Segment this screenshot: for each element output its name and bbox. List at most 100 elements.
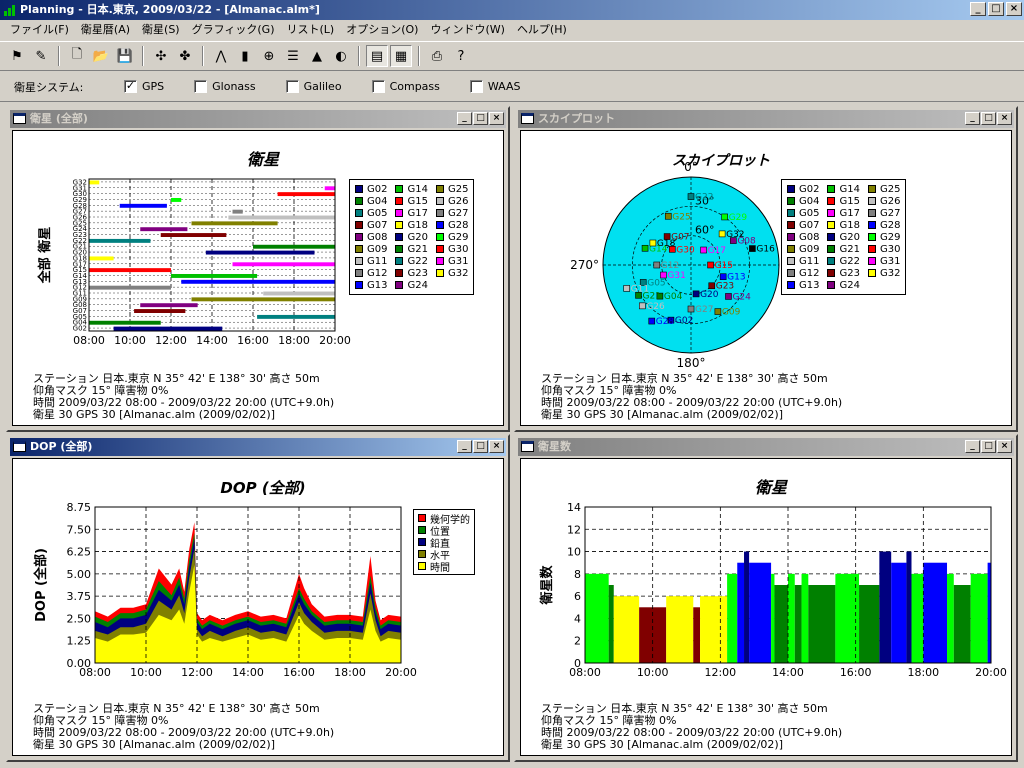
legend-swatch <box>418 562 426 570</box>
visibility-bar <box>89 180 100 185</box>
elevation-chart-button[interactable]: ⋀ <box>210 45 232 67</box>
legend-item: G14 <box>395 183 428 195</box>
count-bar <box>727 573 738 663</box>
maximize-button[interactable]: □ <box>473 112 488 125</box>
dop-button[interactable]: ▲ <box>306 45 328 67</box>
visibility-button[interactable]: ☰ <box>282 45 304 67</box>
close-button[interactable]: × <box>997 440 1012 453</box>
system-checkbox-gps[interactable]: ✓ GPS <box>124 80 164 93</box>
world-view-button[interactable]: ◐ <box>330 45 352 67</box>
menu-satellite[interactable]: 衛星(S) <box>136 21 186 39</box>
obstacle-button[interactable]: ✎ <box>30 45 52 67</box>
satellite-label: G09 <box>722 308 741 318</box>
menu-window[interactable]: ウィンドウ(W) <box>424 21 510 39</box>
dop-panel: DOP (全部) _ □ × DOP (全部) DOP (全部) 0.00 1.25 2… <box>6 434 510 762</box>
close-button[interactable]: × <box>489 440 504 453</box>
legend-swatch <box>355 269 363 277</box>
new-file-button[interactable]: 🗋 <box>66 45 88 67</box>
maximize-button[interactable]: □ <box>981 440 996 453</box>
dop-panel-titlebar[interactable]: DOP (全部) _ □ × <box>10 438 506 456</box>
legend-item: G22 <box>827 255 860 267</box>
maximize-button[interactable]: □ <box>473 440 488 453</box>
legend-label: G28 <box>447 219 469 231</box>
x-tick-label: 16:00 <box>283 666 315 679</box>
legend-swatch <box>787 257 795 265</box>
save-button[interactable]: 💾 <box>114 45 136 67</box>
satellite-count-button[interactable]: ▮ <box>234 45 256 67</box>
system-checkbox-galileo[interactable]: Galileo <box>285 80 342 93</box>
close-button[interactable]: × <box>997 112 1012 125</box>
minimize-button[interactable]: _ <box>965 440 980 453</box>
menu-file[interactable]: ファイル(F) <box>4 21 75 39</box>
legend-item: G26 <box>867 195 900 207</box>
x-tick-label: 12:00 <box>704 666 736 679</box>
legend-label: G18 <box>407 219 428 231</box>
checkbox-label: WAAS <box>487 80 521 93</box>
legend-label: G02 <box>799 183 820 195</box>
count-bar <box>987 562 991 663</box>
chart-title: 衛星 <box>755 478 788 497</box>
legend-label: G23 <box>839 267 860 279</box>
close-button[interactable]: × <box>1006 2 1022 16</box>
menu-help[interactable]: ヘルプ(H) <box>511 21 573 39</box>
legend-item: G11 <box>355 255 387 267</box>
skyplot-panel-titlebar[interactable]: スカイプロット _ □ × <box>518 110 1014 128</box>
checkbox-box[interactable] <box>469 80 483 93</box>
satellite-label: G22 <box>695 193 713 203</box>
visibility-bar <box>140 227 188 232</box>
legend-swatch <box>827 233 836 241</box>
legend-label: G32 <box>447 267 469 279</box>
skyplot-button[interactable]: ⊕ <box>258 45 280 67</box>
visibility-panel: 衛星 (全部) _ □ × 衛星 全部 衛星 G32 G31 G30 G29 G28 G27 G… <box>6 106 510 432</box>
maximize-button[interactable]: □ <box>981 112 996 125</box>
minimize-button[interactable]: _ <box>457 440 472 453</box>
checkbox-box[interactable]: ✓ <box>124 80 137 93</box>
info-satellites: 衛星 30 GPS 30 [Almanac.alm (2009/02/02)] <box>541 738 783 751</box>
tile-button[interactable]: ▦ <box>390 45 412 67</box>
visibility-bar <box>89 256 114 261</box>
legend-label: G32 <box>879 267 901 279</box>
checkbox-box[interactable] <box>285 80 299 93</box>
satellite-label: G30 <box>676 245 695 255</box>
minimize-button[interactable]: _ <box>457 112 472 125</box>
maximize-button[interactable]: □ <box>988 2 1004 16</box>
count-bar <box>879 551 892 663</box>
visibility-bar <box>113 326 223 331</box>
legend-item: G08 <box>787 231 819 243</box>
checkbox-box[interactable] <box>194 80 208 93</box>
close-button[interactable]: × <box>489 112 504 125</box>
toolbar-separator <box>142 46 144 66</box>
legend-swatch <box>355 209 363 217</box>
cascade-button[interactable]: ▤ <box>366 45 388 67</box>
legend-swatch <box>827 269 836 277</box>
count-bar <box>911 573 924 663</box>
legend-label: G07 <box>799 219 820 231</box>
checkbox-box[interactable] <box>371 80 385 93</box>
menu-options[interactable]: オプション(O) <box>340 21 424 39</box>
count-bar <box>771 573 775 663</box>
system-checkbox-waas[interactable]: WAAS <box>469 80 521 93</box>
legend-label: G14 <box>839 183 860 195</box>
visibility-panel-titlebar[interactable]: 衛星 (全部) _ □ × <box>10 110 506 128</box>
info-satellites: 衛星 30 GPS 30 [Almanac.alm (2009/02/02)] <box>541 408 783 421</box>
system-checkbox-glonass[interactable]: Glonass <box>194 80 256 93</box>
menu-graphic[interactable]: グラフィック(G) <box>186 21 281 39</box>
minimize-button[interactable]: _ <box>970 2 986 16</box>
satellite-button[interactable]: ✣ <box>150 45 172 67</box>
minimize-button[interactable]: _ <box>965 112 980 125</box>
help-button[interactable]: ? <box>450 45 472 67</box>
menu-list[interactable]: リスト(L) <box>281 21 341 39</box>
station-button[interactable]: ⚑ <box>6 45 28 67</box>
visibility-bar <box>228 215 335 220</box>
legend-item: G23 <box>395 267 428 279</box>
menu-almanac[interactable]: 衛星暦(A) <box>75 21 136 39</box>
legend-swatch <box>827 245 836 253</box>
count-panel-titlebar[interactable]: 衛星数 _ □ × <box>518 438 1014 456</box>
satellite-edit-button[interactable]: ✤ <box>174 45 196 67</box>
system-checkbox-compass[interactable]: Compass <box>371 80 440 93</box>
open-file-button[interactable]: 📂 <box>90 45 112 67</box>
x-tick-label: 08:00 <box>569 666 601 679</box>
legend-item: G29 <box>867 231 900 243</box>
print-button[interactable]: ⎙ <box>426 45 448 67</box>
legend-item: G18 <box>395 219 428 231</box>
